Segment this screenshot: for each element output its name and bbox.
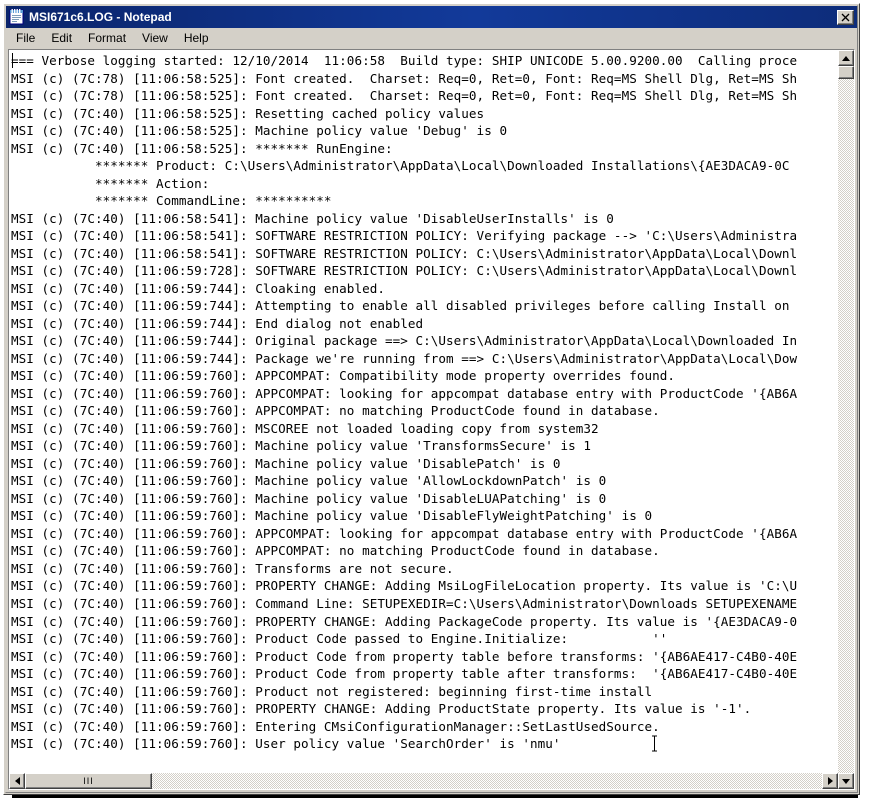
log-line: MSI (c) (7C:40) [11:06:58:525]: Resettin… bbox=[11, 105, 485, 121]
chevron-up-icon bbox=[842, 55, 850, 61]
log-line: MSI (c) (7C:40) [11:06:59:760]: APPCOMPA… bbox=[11, 385, 798, 401]
menu-item-view[interactable]: View bbox=[134, 29, 176, 48]
log-line: MSI (c) (7C:40) [11:06:59:744]: Package … bbox=[11, 350, 798, 366]
text-editor-client-area: === Verbose logging started: 12/10/2014 … bbox=[8, 49, 855, 790]
log-line: MSI (c) (7C:40) [11:06:59:760]: Command … bbox=[11, 595, 798, 611]
close-button[interactable] bbox=[837, 9, 854, 25]
log-line: MSI (c) (7C:40) [11:06:59:760]: Product … bbox=[11, 648, 798, 664]
horizontal-scrollbar-row: III bbox=[9, 773, 854, 789]
log-line: MSI (c) (7C:40) [11:06:59:744]: Original… bbox=[11, 333, 798, 349]
horizontal-scroll-track-remainder[interactable] bbox=[152, 773, 822, 789]
log-line: MSI (c) (7C:40) [11:06:59:744]: Cloaking… bbox=[11, 280, 385, 296]
log-line: MSI (c) (7C:40) [11:06:59:760]: PROPERTY… bbox=[11, 701, 752, 717]
log-line: MSI (c) (7C:40) [11:06:59:760]: Machine … bbox=[11, 473, 607, 489]
log-lines-container: === Verbose logging started: 12/10/2014 … bbox=[11, 52, 838, 753]
horizontal-scrollbar[interactable]: III bbox=[9, 773, 838, 789]
log-line: MSI (c) (7C:40) [11:06:58:525]: Machine … bbox=[11, 123, 508, 139]
title-bar[interactable]: MSI671c6.LOG - Notepad bbox=[6, 6, 857, 28]
log-line: MSI (c) (7C:40) [11:06:59:760]: Product … bbox=[11, 666, 798, 682]
chevron-down-icon bbox=[842, 778, 850, 784]
window-inner-frame: MSI671c6.LOG - Notepad File Edit Format … bbox=[5, 5, 858, 793]
text-area-with-vscroll: === Verbose logging started: 12/10/2014 … bbox=[9, 50, 854, 773]
vertical-scrollbar[interactable] bbox=[838, 50, 854, 773]
horizontal-scrollbar-thumb[interactable]: III bbox=[25, 773, 152, 789]
notepad-icon bbox=[9, 9, 25, 25]
log-line: MSI (c) (7C:40) [11:06:59:760]: Product … bbox=[11, 631, 668, 647]
log-line: MSI (c) (7C:40) [11:06:59:760]: Machine … bbox=[11, 438, 592, 454]
log-line: MSI (c) (7C:40) [11:06:58:541]: SOFTWARE… bbox=[11, 228, 798, 244]
chevron-left-icon bbox=[14, 777, 20, 785]
chevron-right-icon bbox=[827, 777, 833, 785]
close-icon bbox=[841, 13, 850, 21]
log-line: ******* Action: bbox=[11, 175, 210, 191]
log-line: MSI (c) (7C:40) [11:06:59:760]: Machine … bbox=[11, 490, 607, 506]
scroll-down-button[interactable] bbox=[838, 773, 854, 789]
log-line: MSI (c) (7C:78) [11:06:58:525]: Font cre… bbox=[11, 70, 798, 86]
notepad-window: MSI671c6.LOG - Notepad File Edit Format … bbox=[3, 3, 860, 795]
log-line: MSI (c) (7C:40) [11:06:59:744]: Attempti… bbox=[11, 298, 790, 314]
scroll-left-button[interactable] bbox=[9, 773, 25, 789]
log-line: MSI (c) (7C:40) [11:06:59:760]: MSCOREE … bbox=[11, 420, 599, 436]
scroll-right-button[interactable] bbox=[822, 773, 838, 789]
log-line: MSI (c) (7C:40) [11:06:59:760]: Machine … bbox=[11, 508, 653, 524]
log-line: MSI (c) (7C:40) [11:06:59:760]: Machine … bbox=[11, 455, 561, 471]
log-line: MSI (c) (7C:40) [11:06:59:760]: Transfor… bbox=[11, 560, 454, 576]
log-line: MSI (c) (7C:40) [11:06:59:760]: APPCOMPA… bbox=[11, 543, 660, 559]
log-line: MSI (c) (7C:40) [11:06:59:744]: End dial… bbox=[11, 315, 424, 331]
menu-item-help[interactable]: Help bbox=[176, 29, 217, 48]
log-line: MSI (c) (7C:40) [11:06:59:760]: Product … bbox=[11, 683, 653, 699]
text-caret bbox=[12, 53, 13, 68]
log-line: ******* Product: C:\Users\Administrator\… bbox=[11, 158, 790, 174]
log-line: MSI (c) (7C:40) [11:06:59:760]: User pol… bbox=[11, 736, 561, 752]
log-line: MSI (c) (7C:40) [11:06:58:525]: ******* … bbox=[11, 140, 393, 156]
log-line: MSI (c) (7C:40) [11:06:58:541]: Machine … bbox=[11, 210, 614, 226]
log-line: MSI (c) (7C:78) [11:06:58:525]: Font cre… bbox=[11, 88, 798, 104]
horizontal-thumb-grip: III bbox=[83, 775, 94, 786]
menu-item-format[interactable]: Format bbox=[80, 29, 134, 48]
menu-item-edit[interactable]: Edit bbox=[43, 29, 80, 48]
log-line: MSI (c) (7C:40) [11:06:59:760]: PROPERTY… bbox=[11, 613, 798, 629]
log-line: MSI (c) (7C:40) [11:06:58:541]: SOFTWARE… bbox=[11, 245, 798, 261]
log-line: MSI (c) (7C:40) [11:06:59:760]: APPCOMPA… bbox=[11, 525, 798, 541]
menu-bar: File Edit Format View Help bbox=[6, 28, 857, 49]
log-line: === Verbose logging started: 12/10/2014 … bbox=[11, 53, 798, 68]
menu-item-file[interactable]: File bbox=[8, 29, 43, 48]
scroll-up-button[interactable] bbox=[838, 50, 854, 66]
log-text-area[interactable]: === Verbose logging started: 12/10/2014 … bbox=[9, 50, 838, 773]
log-line: MSI (c) (7C:40) [11:06:59:760]: PROPERTY… bbox=[11, 578, 798, 594]
log-line: ******* CommandLine: ********** bbox=[11, 193, 332, 209]
log-line: MSI (c) (7C:40) [11:06:59:728]: SOFTWARE… bbox=[11, 263, 798, 279]
vertical-scrollbar-thumb[interactable] bbox=[838, 66, 854, 79]
log-line: MSI (c) (7C:40) [11:06:59:760]: APPCOMPA… bbox=[11, 368, 675, 384]
window-title: MSI671c6.LOG - Notepad bbox=[29, 10, 172, 24]
log-line: MSI (c) (7C:40) [11:06:59:760]: APPCOMPA… bbox=[11, 403, 660, 419]
log-line: MSI (c) (7C:40) [11:06:59:760]: Entering… bbox=[11, 718, 660, 734]
